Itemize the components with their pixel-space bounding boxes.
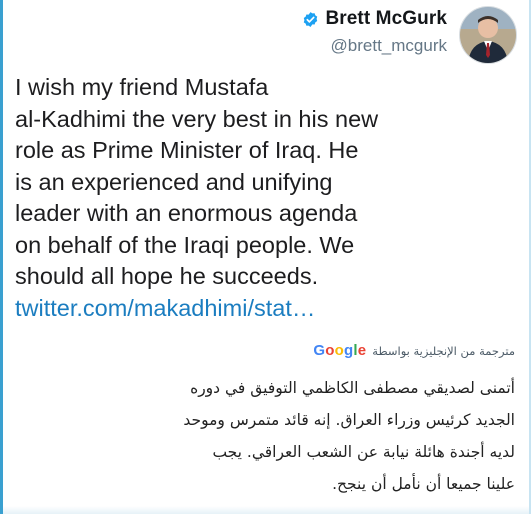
translated-text-line: لديه أجندة هائلة نيابة عن الشعب العراقي.… <box>212 443 515 461</box>
translated-text-line: أتمنى لصديقي مصطفى الكاظمي التوفيق في دو… <box>190 379 515 397</box>
google-logo: Google <box>313 342 367 359</box>
author-handle[interactable]: @brett_mcgurk <box>331 36 447 56</box>
bottom-edge <box>3 506 529 514</box>
tweet-card: Brett McGurk @brett_mcgurk I wish my fri… <box>0 0 531 514</box>
tweet-text-line: al-Kadhimi the very best in his new <box>15 105 379 132</box>
translation-credit[interactable]: Google مترجمة من الإنجليزية بواسطة <box>313 342 515 359</box>
translated-text-line: علينا جميعا أن نأمل أن ينجح. <box>332 475 515 493</box>
verified-badge-icon <box>304 11 318 27</box>
translation-credit-text: مترجمة من الإنجليزية بواسطة <box>372 343 515 358</box>
avatar-photo <box>460 7 516 63</box>
tweet-text-line: role as Prime Minister of Iraq. He <box>15 137 359 163</box>
tweet-text-line: should all hope he succeeds. <box>15 263 319 289</box>
tweet-link[interactable]: twitter.com/makadhimi/stat… <box>15 293 515 325</box>
tweet-text-line: I wish my friend Mustafa <box>15 74 269 100</box>
author-name-row[interactable]: Brett McGurk <box>302 8 447 30</box>
tweet-body: I wish my friend Mustafa al-Kadhimi the … <box>15 72 515 324</box>
avatar[interactable] <box>459 6 517 64</box>
translated-text-line: الجديد كرئيس وزراء العراق. إنه قائد متمر… <box>183 411 515 429</box>
author-names: Brett McGurk @brett_mcgurk <box>302 8 447 56</box>
tweet-header: Brett McGurk @brett_mcgurk <box>302 6 517 66</box>
author-display-name[interactable]: Brett McGurk <box>325 8 447 30</box>
translated-tweet: أتمنى لصديقي مصطفى الكاظمي التوفيق في دو… <box>15 372 515 500</box>
tweet-text-line: is an experienced and unifying <box>15 168 333 195</box>
tweet-text-line: on behalf of the Iraqi people. We <box>15 231 355 258</box>
tweet-text-line: leader with an enormous agenda <box>15 200 358 226</box>
